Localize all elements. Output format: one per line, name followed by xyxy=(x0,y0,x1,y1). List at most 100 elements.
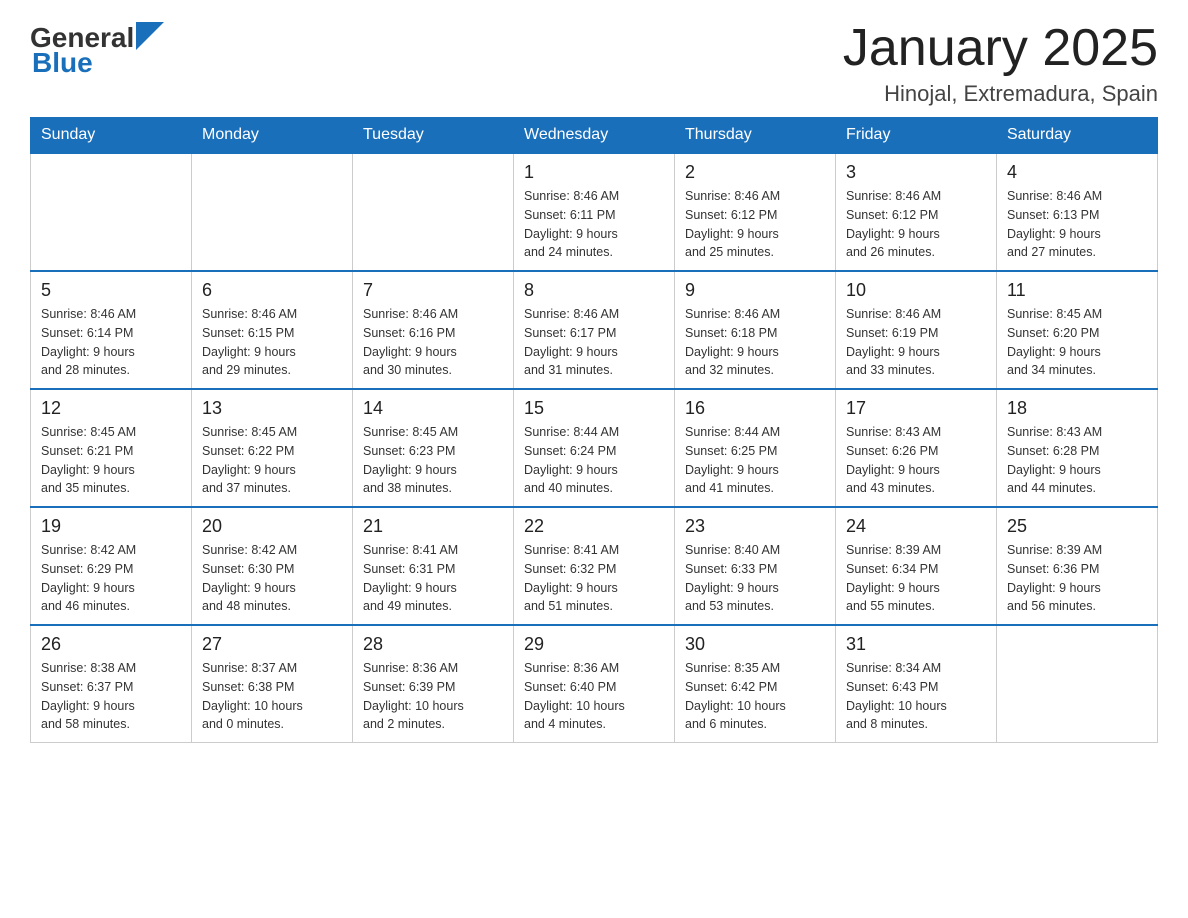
day-number: 20 xyxy=(202,516,342,537)
day-info: Sunrise: 8:41 AM Sunset: 6:31 PM Dayligh… xyxy=(363,541,503,616)
day-info: Sunrise: 8:46 AM Sunset: 6:18 PM Dayligh… xyxy=(685,305,825,380)
calendar-header-row: SundayMondayTuesdayWednesdayThursdayFrid… xyxy=(31,118,1158,154)
page-header: General Blue January 2025 Hinojal, Extre… xyxy=(30,20,1158,107)
calendar-week-row: 12Sunrise: 8:45 AM Sunset: 6:21 PM Dayli… xyxy=(31,389,1158,507)
day-info: Sunrise: 8:44 AM Sunset: 6:24 PM Dayligh… xyxy=(524,423,664,498)
day-number: 14 xyxy=(363,398,503,419)
day-info: Sunrise: 8:42 AM Sunset: 6:29 PM Dayligh… xyxy=(41,541,181,616)
calendar-cell: 13 Sunrise: 8:45 AM Sunset: 6:22 PM Dayli… xyxy=(192,389,353,507)
calendar-cell: 15 Sunrise: 8:44 AM Sunset: 6:24 PM Dayli… xyxy=(514,389,675,507)
day-info: Sunrise: 8:41 AM Sunset: 6:32 PM Dayligh… xyxy=(524,541,664,616)
day-info: Sunrise: 8:34 AM Sunset: 6:43 PM Dayligh… xyxy=(846,659,986,734)
calendar-cell: 30 Sunrise: 8:35 AM Sunset: 6:42 PM Dayli… xyxy=(675,625,836,743)
weekday-header: Tuesday xyxy=(353,118,514,154)
day-number: 31 xyxy=(846,634,986,655)
title-block: January 2025 Hinojal, Extremadura, Spain xyxy=(843,20,1158,107)
day-info: Sunrise: 8:45 AM Sunset: 6:22 PM Dayligh… xyxy=(202,423,342,498)
day-number: 16 xyxy=(685,398,825,419)
weekday-header: Sunday xyxy=(31,118,192,154)
day-info: Sunrise: 8:46 AM Sunset: 6:12 PM Dayligh… xyxy=(685,187,825,262)
day-number: 21 xyxy=(363,516,503,537)
day-number: 13 xyxy=(202,398,342,419)
day-number: 26 xyxy=(41,634,181,655)
day-number: 4 xyxy=(1007,162,1147,183)
calendar-cell: 22 Sunrise: 8:41 AM Sunset: 6:32 PM Dayli… xyxy=(514,507,675,625)
calendar-week-row: 26 Sunrise: 8:38 AM Sunset: 6:37 PM Dayli… xyxy=(31,625,1158,743)
day-info: Sunrise: 8:40 AM Sunset: 6:33 PM Dayligh… xyxy=(685,541,825,616)
day-number: 5 xyxy=(41,280,181,301)
calendar-cell: 4 Sunrise: 8:46 AM Sunset: 6:13 PM Daylig… xyxy=(997,153,1158,271)
day-number: 27 xyxy=(202,634,342,655)
day-number: 9 xyxy=(685,280,825,301)
calendar-cell: 19Sunrise: 8:42 AM Sunset: 6:29 PM Dayli… xyxy=(31,507,192,625)
day-number: 7 xyxy=(363,280,503,301)
day-number: 10 xyxy=(846,280,986,301)
calendar-cell: 27 Sunrise: 8:37 AM Sunset: 6:38 PM Dayli… xyxy=(192,625,353,743)
weekday-header: Monday xyxy=(192,118,353,154)
day-number: 3 xyxy=(846,162,986,183)
calendar-cell xyxy=(997,625,1158,743)
day-info: Sunrise: 8:39 AM Sunset: 6:34 PM Dayligh… xyxy=(846,541,986,616)
day-info: Sunrise: 8:44 AM Sunset: 6:25 PM Dayligh… xyxy=(685,423,825,498)
weekday-header: Friday xyxy=(836,118,997,154)
day-info: Sunrise: 8:45 AM Sunset: 6:23 PM Dayligh… xyxy=(363,423,503,498)
day-info: Sunrise: 8:37 AM Sunset: 6:38 PM Dayligh… xyxy=(202,659,342,734)
day-number: 8 xyxy=(524,280,664,301)
day-number: 11 xyxy=(1007,280,1147,301)
day-number: 30 xyxy=(685,634,825,655)
calendar-cell: 1Sunrise: 8:46 AM Sunset: 6:11 PM Daylig… xyxy=(514,153,675,271)
calendar-cell: 25 Sunrise: 8:39 AM Sunset: 6:36 PM Dayli… xyxy=(997,507,1158,625)
day-info: Sunrise: 8:42 AM Sunset: 6:30 PM Dayligh… xyxy=(202,541,342,616)
calendar-cell: 11 Sunrise: 8:45 AM Sunset: 6:20 PM Dayli… xyxy=(997,271,1158,389)
calendar-cell xyxy=(31,153,192,271)
day-number: 22 xyxy=(524,516,664,537)
calendar-cell: 23 Sunrise: 8:40 AM Sunset: 6:33 PM Dayli… xyxy=(675,507,836,625)
calendar-title: January 2025 xyxy=(843,20,1158,77)
calendar-subtitle: Hinojal, Extremadura, Spain xyxy=(843,81,1158,107)
logo: General Blue xyxy=(30,20,164,79)
weekday-header: Thursday xyxy=(675,118,836,154)
day-number: 2 xyxy=(685,162,825,183)
calendar-table: SundayMondayTuesdayWednesdayThursdayFrid… xyxy=(30,117,1158,743)
calendar-cell: 21 Sunrise: 8:41 AM Sunset: 6:31 PM Dayli… xyxy=(353,507,514,625)
calendar-cell: 14 Sunrise: 8:45 AM Sunset: 6:23 PM Dayli… xyxy=(353,389,514,507)
day-info: Sunrise: 8:39 AM Sunset: 6:36 PM Dayligh… xyxy=(1007,541,1147,616)
day-info: Sunrise: 8:45 AM Sunset: 6:20 PM Dayligh… xyxy=(1007,305,1147,380)
calendar-week-row: 1Sunrise: 8:46 AM Sunset: 6:11 PM Daylig… xyxy=(31,153,1158,271)
calendar-cell: 20 Sunrise: 8:42 AM Sunset: 6:30 PM Dayli… xyxy=(192,507,353,625)
day-number: 17 xyxy=(846,398,986,419)
calendar-cell: 9 Sunrise: 8:46 AM Sunset: 6:18 PM Daylig… xyxy=(675,271,836,389)
calendar-cell: 16 Sunrise: 8:44 AM Sunset: 6:25 PM Dayli… xyxy=(675,389,836,507)
day-info: Sunrise: 8:35 AM Sunset: 6:42 PM Dayligh… xyxy=(685,659,825,734)
calendar-cell: 3 Sunrise: 8:46 AM Sunset: 6:12 PM Daylig… xyxy=(836,153,997,271)
day-info: Sunrise: 8:46 AM Sunset: 6:14 PM Dayligh… xyxy=(41,305,181,380)
day-number: 23 xyxy=(685,516,825,537)
day-info: Sunrise: 8:45 AM Sunset: 6:21 PM Dayligh… xyxy=(41,423,181,498)
day-number: 18 xyxy=(1007,398,1147,419)
calendar-cell: 24 Sunrise: 8:39 AM Sunset: 6:34 PM Dayli… xyxy=(836,507,997,625)
day-number: 24 xyxy=(846,516,986,537)
day-info: Sunrise: 8:36 AM Sunset: 6:40 PM Dayligh… xyxy=(524,659,664,734)
weekday-header: Wednesday xyxy=(514,118,675,154)
calendar-cell: 12Sunrise: 8:45 AM Sunset: 6:21 PM Dayli… xyxy=(31,389,192,507)
day-number: 25 xyxy=(1007,516,1147,537)
day-info: Sunrise: 8:46 AM Sunset: 6:12 PM Dayligh… xyxy=(846,187,986,262)
day-info: Sunrise: 8:46 AM Sunset: 6:11 PM Dayligh… xyxy=(524,187,664,262)
day-info: Sunrise: 8:43 AM Sunset: 6:26 PM Dayligh… xyxy=(846,423,986,498)
calendar-cell: 17 Sunrise: 8:43 AM Sunset: 6:26 PM Dayli… xyxy=(836,389,997,507)
day-info: Sunrise: 8:46 AM Sunset: 6:15 PM Dayligh… xyxy=(202,305,342,380)
calendar-cell: 31 Sunrise: 8:34 AM Sunset: 6:43 PM Dayli… xyxy=(836,625,997,743)
day-info: Sunrise: 8:46 AM Sunset: 6:16 PM Dayligh… xyxy=(363,305,503,380)
calendar-cell: 18 Sunrise: 8:43 AM Sunset: 6:28 PM Dayli… xyxy=(997,389,1158,507)
day-number: 15 xyxy=(524,398,664,419)
day-info: Sunrise: 8:38 AM Sunset: 6:37 PM Dayligh… xyxy=(41,659,181,734)
weekday-header: Saturday xyxy=(997,118,1158,154)
day-number: 28 xyxy=(363,634,503,655)
day-info: Sunrise: 8:46 AM Sunset: 6:19 PM Dayligh… xyxy=(846,305,986,380)
calendar-cell: 26 Sunrise: 8:38 AM Sunset: 6:37 PM Dayli… xyxy=(31,625,192,743)
logo-triangle-icon xyxy=(136,22,164,50)
day-info: Sunrise: 8:43 AM Sunset: 6:28 PM Dayligh… xyxy=(1007,423,1147,498)
calendar-cell: 2 Sunrise: 8:46 AM Sunset: 6:12 PM Daylig… xyxy=(675,153,836,271)
calendar-cell xyxy=(353,153,514,271)
day-info: Sunrise: 8:46 AM Sunset: 6:13 PM Dayligh… xyxy=(1007,187,1147,262)
